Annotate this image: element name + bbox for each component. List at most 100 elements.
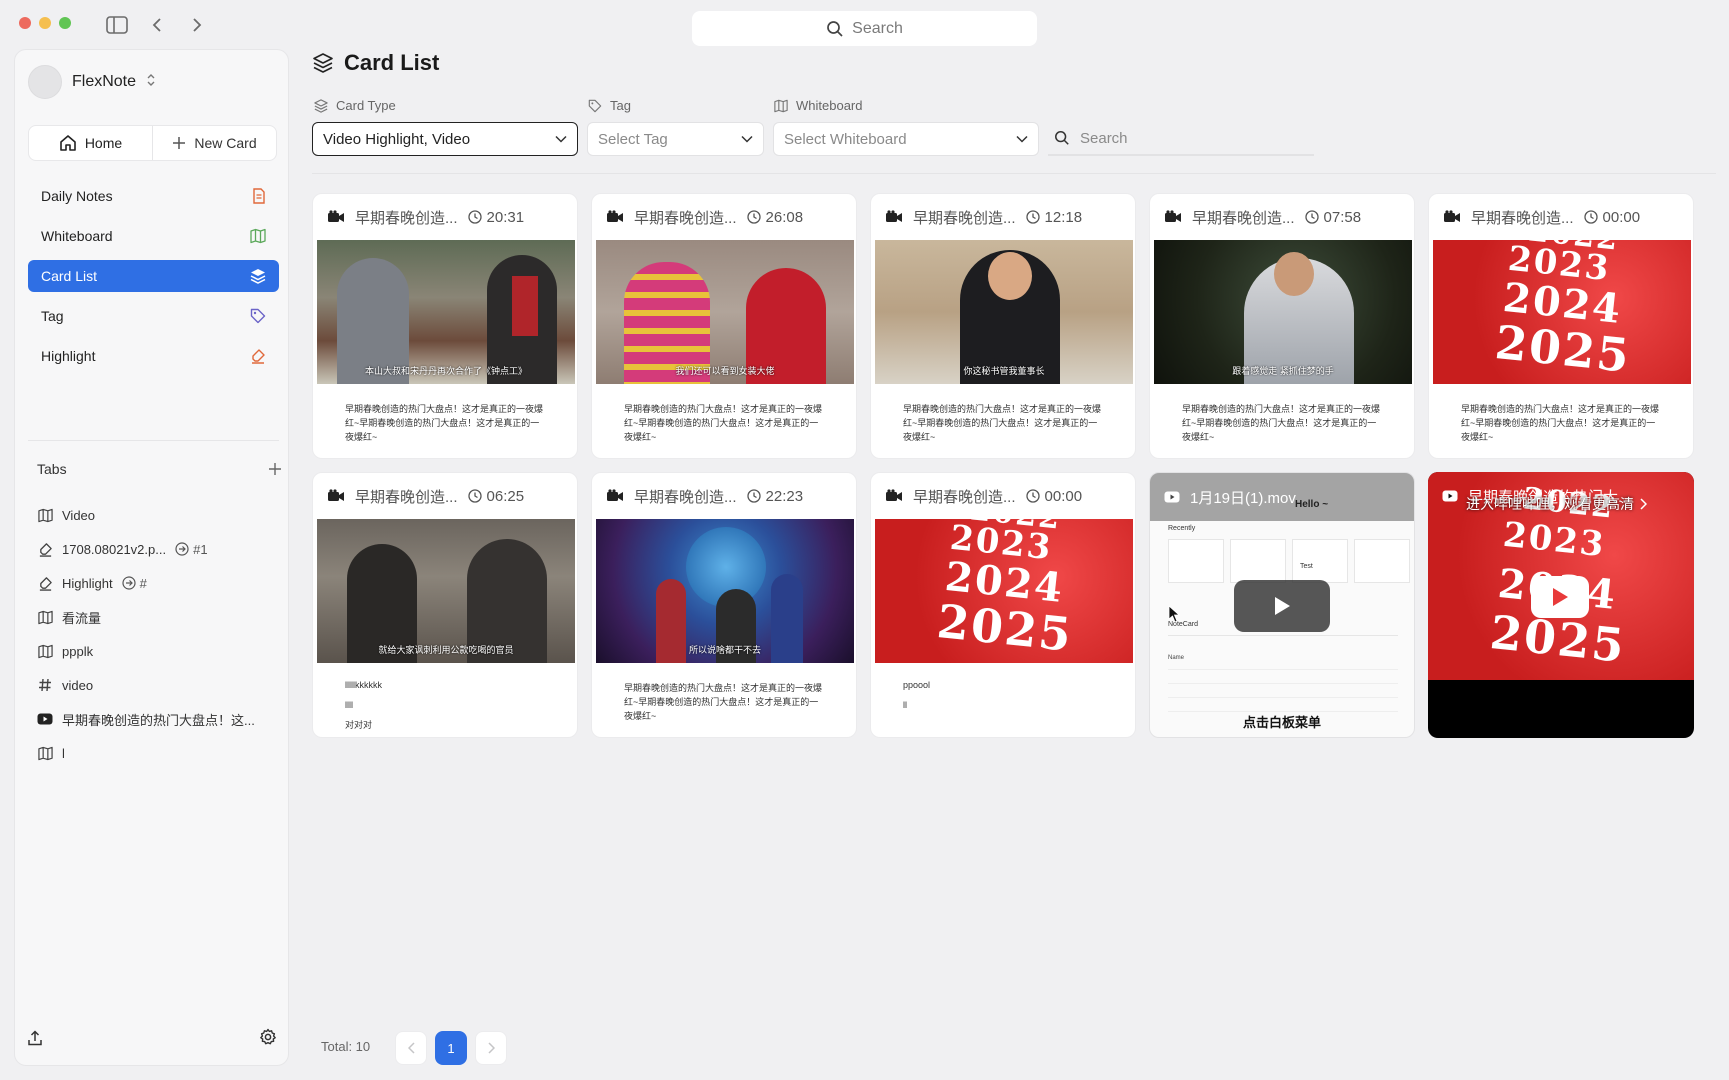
- video-thumbnail: 本山大叔和宋丹丹再次合作了《钟点工》: [317, 240, 575, 384]
- clock-icon: [746, 210, 761, 224]
- home-icon: [60, 135, 76, 151]
- back-arrow-icon[interactable]: [146, 14, 168, 36]
- card-duration: 22:23: [746, 488, 803, 505]
- video-highlight-card[interactable]: 早期春晚创造... 06:25 就给大家讽刺利用公款吃喝的官员 lllllkkk…: [312, 472, 578, 738]
- card-description: 早期春晚创造的热门大盘点！这才是真正的一夜爆红~早期春晚创造的热门大盘点！这才是…: [1182, 404, 1381, 442]
- video-thumbnail: 你这秘书管我董事长: [875, 240, 1133, 384]
- highlighter-icon: [252, 349, 265, 364]
- tab-item-pdf-highlight[interactable]: 1708.08021v2.p... #1: [37, 532, 282, 566]
- video-highlight-card[interactable]: 早期春晚创造... 00:00 2022 2023 2024 2025 早期春晚…: [1428, 193, 1694, 459]
- tab-item-youtube-video[interactable]: 早期春晚创造的热门大盘点！这...: [37, 702, 282, 736]
- card-title: 早期春晚创造...: [634, 488, 737, 506]
- card-header: 早期春晚创造... 22:23: [592, 473, 856, 519]
- settings-gear-icon[interactable]: [259, 1028, 277, 1051]
- page-button-current[interactable]: 1: [435, 1031, 467, 1065]
- video-thumbnail: 就给大家讽刺利用公款吃喝的官员: [317, 519, 575, 663]
- new-card-button[interactable]: New Card: [153, 126, 276, 160]
- workspace-switcher[interactable]: FlexNote: [28, 64, 156, 100]
- card-duration: 07:58: [1304, 208, 1362, 226]
- nav-label: Daily Notes: [41, 188, 113, 204]
- whiteboard-label-text: Whiteboard: [796, 98, 863, 113]
- video-highlight-card[interactable]: 早期春晚创造... 22:23 所以说啥都干不去 早期春晚创造的热门大盘点！这才…: [591, 472, 857, 738]
- home-button[interactable]: Home: [29, 126, 153, 160]
- card-type-label-text: Card Type: [336, 98, 396, 113]
- title-bar: Search: [0, 0, 1729, 50]
- video-subtitle: 我们还可以看到女装大佬: [675, 366, 775, 376]
- page-title-text: Card List: [344, 50, 440, 75]
- tag-icon: [250, 308, 266, 324]
- tab-link-badge: #1: [175, 541, 208, 557]
- sidebar-divider: [28, 440, 279, 441]
- prev-page-button[interactable]: [395, 1031, 427, 1065]
- bilibili-link[interactable]: 进入哔哩哔哩，观看更高清: [1466, 494, 1647, 514]
- youtube-icon: [1164, 491, 1180, 503]
- video-subtitle: 本山大叔和宋丹丹再次合作了《钟点工》: [364, 366, 527, 376]
- tab-item-ppplk[interactable]: ppplk: [37, 634, 282, 668]
- close-window-button[interactable]: [19, 17, 31, 29]
- chevron-down-icon: [555, 135, 567, 143]
- card-search-input[interactable]: Search: [1048, 122, 1314, 156]
- whiteboard-filter-label: Whiteboard: [774, 98, 862, 113]
- tab-item-kanliuliang[interactable]: 看流量: [37, 600, 282, 634]
- video-highlight-card[interactable]: 早期春晚创造... 00:00 2022 2023 2024 2025 ppoo…: [870, 472, 1136, 738]
- tab-item-highlight[interactable]: Highlight #: [37, 566, 282, 600]
- tab-item-video[interactable]: Video: [37, 498, 282, 532]
- card-description: 早期春晚创造的热门大盘点！这才是真正的一夜爆红~早期春晚创造的热门大盘点！这才是…: [624, 404, 823, 442]
- tab-label: 看流量: [62, 610, 102, 626]
- video-thumbnail: 跟着感觉走 紧抓住梦的手: [1154, 240, 1412, 384]
- video-highlight-card[interactable]: 早期春晚创造... 12:18 你这秘书管我董事长 早期春晚创造的热门大盘点！这…: [870, 193, 1136, 459]
- card-description: 早期春晚创造的热门大盘点！这才是真正的一夜爆红~早期春晚创造的热门大盘点！这才是…: [624, 683, 823, 721]
- clock-icon: [746, 489, 761, 503]
- video-highlight-card[interactable]: 早期春晚创造... 20:31 本山大叔和宋丹丹再次合作了《钟点工》 早期春晚创…: [312, 193, 578, 459]
- tab-item-l[interactable]: l: [37, 736, 282, 770]
- search-icon: [827, 20, 843, 37]
- maximize-window-button[interactable]: [59, 17, 71, 29]
- video-highlight-card[interactable]: 早期春晚创造... 26:08 我们还可以看到女装大佬 早期春晚创造的热门大盘点…: [591, 193, 857, 459]
- bilibili-play-button[interactable]: [1531, 576, 1589, 618]
- nav-item-highlight[interactable]: Highlight: [28, 340, 279, 372]
- nav-item-card-list[interactable]: Card List: [28, 260, 279, 292]
- play-button[interactable]: [1234, 580, 1330, 632]
- card-header: 早期春晚创造... 12:18: [871, 194, 1135, 240]
- tab-suffix-text: #1: [193, 541, 208, 557]
- tab-label: Video: [62, 507, 96, 523]
- tag-icon: [588, 99, 602, 112]
- tag-select-placeholder: Select Tag: [598, 130, 668, 148]
- card-duration-text: 06:25: [486, 487, 525, 505]
- card-type-select[interactable]: Video Highlight, Video: [312, 122, 578, 156]
- youtube-icon: [1442, 490, 1458, 502]
- whiteboard-select-placeholder: Select Whiteboard: [784, 130, 907, 148]
- screen-mini-card: [1168, 539, 1224, 583]
- nav-item-daily-notes[interactable]: Daily Notes: [28, 180, 279, 212]
- video-subtitle: 就给大家讽刺利用公款吃喝的官员: [378, 645, 514, 655]
- forward-arrow-icon[interactable]: [186, 14, 208, 36]
- card-title: 早期春晚创造...: [355, 488, 458, 506]
- tab-suffix-text: #: [139, 575, 147, 591]
- add-tab-icon[interactable]: [268, 462, 282, 476]
- card-duration-text: 07:58: [1323, 208, 1362, 226]
- sidebar-toggle-icon[interactable]: [106, 14, 128, 36]
- nav-item-tag[interactable]: Tag: [28, 300, 279, 332]
- play-icon: [1553, 588, 1568, 606]
- nav-item-whiteboard[interactable]: Whiteboard: [28, 220, 279, 252]
- card-description: lllllkkkkkk llll 对对对: [345, 680, 382, 730]
- next-page-button[interactable]: [475, 1031, 507, 1065]
- total-count: Total: 10: [321, 1039, 371, 1054]
- video-highlight-card[interactable]: 早期春晚创造... 07:58 跟着感觉走 紧抓住梦的手 早期春晚创造的热门大盘…: [1149, 193, 1415, 459]
- video-card-embed[interactable]: 早期春晚创造的热门大... 2022 2023 2024 2025 进入哔哩哔哩…: [1428, 472, 1694, 738]
- card-header: 早期春晚创造... 06:25: [313, 473, 577, 519]
- chevron-up-down-icon: [146, 73, 156, 92]
- main-nav: Daily Notes Whiteboard Card List Tag Hig…: [28, 180, 279, 380]
- tab-label: 早期春晚创造的热门大盘点！这...: [62, 712, 255, 728]
- tag-select[interactable]: Select Tag: [587, 122, 764, 156]
- card-header: 早期春晚创造... 07:58: [1150, 194, 1414, 240]
- face-shape: [988, 252, 1032, 300]
- video-card-recording[interactable]: 1月19日(1).mov Hello ~ Recently Test NoteC…: [1149, 472, 1415, 738]
- whiteboard-select[interactable]: Select Whiteboard: [773, 122, 1039, 156]
- export-icon[interactable]: [27, 1030, 43, 1051]
- tab-item-video-tag[interactable]: video: [37, 668, 282, 702]
- video-thumbnail: 2022 2023 2024 2025: [1433, 240, 1691, 384]
- minimize-window-button[interactable]: [39, 17, 51, 29]
- global-search-input[interactable]: Search: [692, 11, 1037, 46]
- plus-icon: [173, 137, 186, 149]
